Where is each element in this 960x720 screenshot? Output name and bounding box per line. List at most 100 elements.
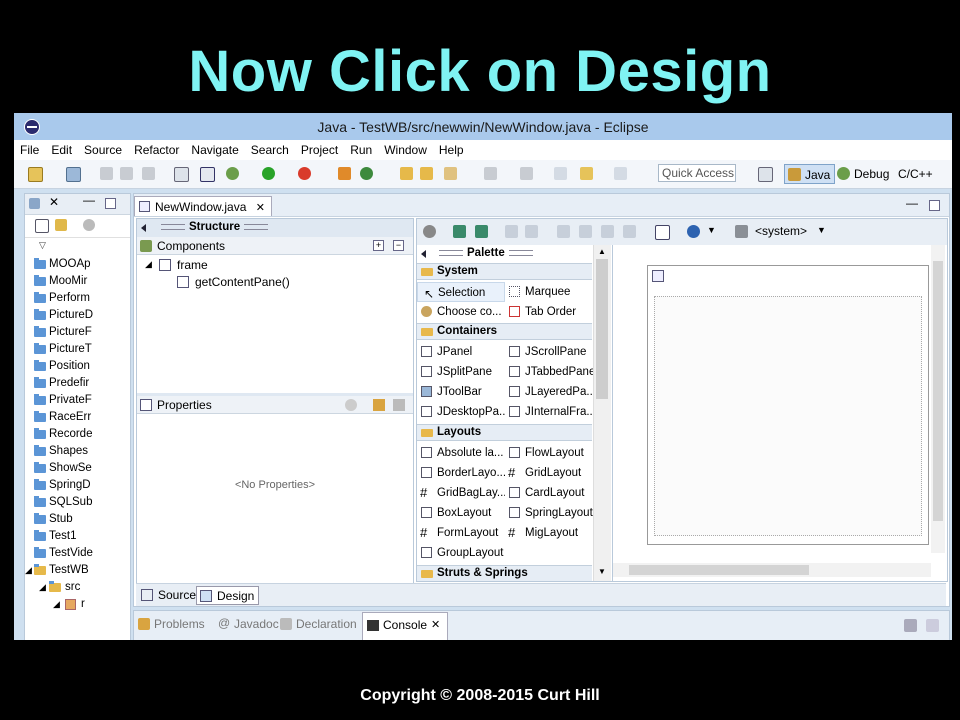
palette-section-struts-springs[interactable]: Struts & Springs: [417, 565, 592, 581]
tree-item[interactable]: Test1: [25, 528, 130, 545]
collapse-all-icon[interactable]: [35, 219, 49, 233]
link-editor-icon[interactable]: [55, 219, 67, 231]
tab-design[interactable]: Design: [196, 586, 260, 605]
palette-item-springlayout[interactable]: SpringLayout: [505, 503, 593, 523]
maximize-icon[interactable]: [929, 200, 940, 211]
localization-icon[interactable]: [687, 225, 700, 238]
palette-item-gridlayout[interactable]: # GridLayout: [505, 463, 593, 483]
show-events-icon[interactable]: [345, 399, 357, 411]
tree-item[interactable]: PictureF: [25, 324, 130, 341]
tree-item[interactable]: RaceErr: [25, 409, 130, 426]
design-area[interactable]: [613, 245, 947, 581]
tree-item[interactable]: Perform: [25, 290, 130, 307]
skip-breakpoints-icon[interactable]: [200, 167, 215, 182]
look-and-feel-icon[interactable]: [735, 225, 748, 238]
menu-edit[interactable]: Edit: [45, 140, 78, 157]
close-icon[interactable]: ✕: [256, 202, 265, 214]
debug-icon[interactable]: [226, 167, 239, 180]
tree-item[interactable]: SQLSub: [25, 494, 130, 511]
scroll-thumb[interactable]: [596, 259, 608, 399]
build-icon[interactable]: [338, 167, 351, 180]
binary-icon[interactable]: [174, 167, 189, 182]
collapse-left-icon[interactable]: [421, 250, 426, 258]
tree-item-src[interactable]: ◢ src: [25, 579, 130, 596]
open-console-icon[interactable]: [904, 619, 917, 632]
editor-tab-newwindow[interactable]: NewWindow.java ✕: [134, 196, 272, 216]
palette-item-choose-component[interactable]: Choose co...: [417, 302, 505, 322]
palette-item-cardlayout[interactable]: CardLayout: [505, 483, 593, 503]
vertical-scrollbar[interactable]: [931, 245, 945, 553]
system-combo[interactable]: <system>: [755, 224, 807, 238]
chevron-down-icon[interactable]: ▼: [817, 225, 826, 235]
palette-item-jsplitpane[interactable]: JSplitPane: [417, 362, 505, 382]
tab-declaration[interactable]: Declaration: [280, 617, 357, 631]
menu-search[interactable]: Search: [245, 140, 295, 157]
chevron-up-icon[interactable]: ▲: [598, 247, 606, 256]
chevron-down-icon[interactable]: ◢: [145, 259, 152, 270]
tree-item[interactable]: MOOAp: [25, 256, 130, 273]
open-type-icon[interactable]: [400, 167, 413, 180]
palette-item-boxlayout[interactable]: BoxLayout: [417, 503, 505, 523]
tab-source[interactable]: Source: [138, 586, 200, 605]
perspective-java[interactable]: Java: [784, 164, 836, 184]
quick-access-input[interactable]: Quick Access: [658, 164, 736, 182]
tree-item[interactable]: Stub: [25, 511, 130, 528]
content-pane-preview[interactable]: [654, 296, 922, 536]
collapse-left-icon[interactable]: [141, 224, 146, 232]
tree-item[interactable]: Shapes: [25, 443, 130, 460]
properties-view-icon[interactable]: [655, 225, 670, 240]
view-menu-icon[interactable]: [83, 219, 95, 231]
tree-item-content-pane[interactable]: getContentPane(): [195, 275, 290, 289]
palette-item-grouplayout[interactable]: GroupLayout: [417, 543, 505, 563]
open-task-icon[interactable]: [420, 167, 433, 180]
tree-item[interactable]: Position: [25, 358, 130, 375]
maximize-icon[interactable]: [105, 198, 116, 209]
palette-item-jscrollpane[interactable]: JScrollPane: [505, 342, 593, 362]
tab-problems[interactable]: Problems: [138, 617, 205, 631]
palette-item-tab-order[interactable]: Tab Order: [505, 302, 593, 322]
copy-icon[interactable]: [579, 225, 592, 238]
back-icon[interactable]: [580, 167, 593, 180]
chevron-down-icon[interactable]: ▼: [598, 567, 606, 576]
view-menu-icon[interactable]: [926, 619, 939, 632]
palette-item-jinternalframe[interactable]: JInternalFra...: [505, 402, 593, 422]
preview-icon[interactable]: [453, 225, 466, 238]
tree-item[interactable]: TestVide: [25, 545, 130, 562]
sort-properties-icon[interactable]: [373, 399, 385, 411]
menu-run[interactable]: Run: [344, 140, 378, 157]
tree-item-frame[interactable]: frame: [177, 258, 208, 272]
palette-scrollbar[interactable]: ▲ ▼: [593, 245, 611, 581]
tree-item[interactable]: SpringD: [25, 477, 130, 494]
menu-file[interactable]: File: [14, 140, 45, 157]
menu-project[interactable]: Project: [295, 140, 344, 157]
palette-item-selection[interactable]: ↖ Selection: [417, 282, 505, 302]
cut-icon[interactable]: [557, 225, 570, 238]
save-icon[interactable]: [100, 167, 113, 180]
menu-refactor[interactable]: Refactor: [128, 140, 185, 157]
palette-item-gridbaglayout[interactable]: # GridBagLay...: [417, 483, 505, 503]
palette-item-marquee[interactable]: Marquee: [505, 282, 593, 302]
expand-all-icon[interactable]: +: [373, 240, 384, 251]
tree-item[interactable]: PictureT: [25, 341, 130, 358]
tree-item[interactable]: PictureD: [25, 307, 130, 324]
palette-item-jtoolbar[interactable]: JToolBar: [417, 382, 505, 402]
run-icon[interactable]: [262, 167, 275, 180]
last-edit-icon[interactable]: [554, 167, 567, 180]
tree-item[interactable]: Recorde: [25, 426, 130, 443]
palette-item-flowlayout[interactable]: FlowLayout: [505, 443, 593, 463]
menu-source[interactable]: Source: [78, 140, 128, 157]
new-project-icon[interactable]: [66, 167, 81, 182]
paste-icon[interactable]: [601, 225, 614, 238]
close-icon[interactable]: ✕: [431, 618, 440, 631]
palette-section-layouts[interactable]: Layouts: [417, 424, 592, 441]
tree-item-package[interactable]: ◢ r: [25, 596, 130, 613]
search-icon[interactable]: [444, 167, 457, 180]
refresh-icon[interactable]: [475, 225, 488, 238]
open-perspective-icon[interactable]: [758, 167, 773, 182]
advanced-properties-icon[interactable]: [393, 399, 405, 411]
palette-item-absolute-layout[interactable]: Absolute la...: [417, 443, 505, 463]
palette-item-jlayeredpane[interactable]: JLayeredPa...: [505, 382, 593, 402]
menu-navigate[interactable]: Navigate: [185, 140, 244, 157]
print-icon[interactable]: [142, 167, 155, 180]
minimize-icon[interactable]: —: [83, 193, 95, 207]
